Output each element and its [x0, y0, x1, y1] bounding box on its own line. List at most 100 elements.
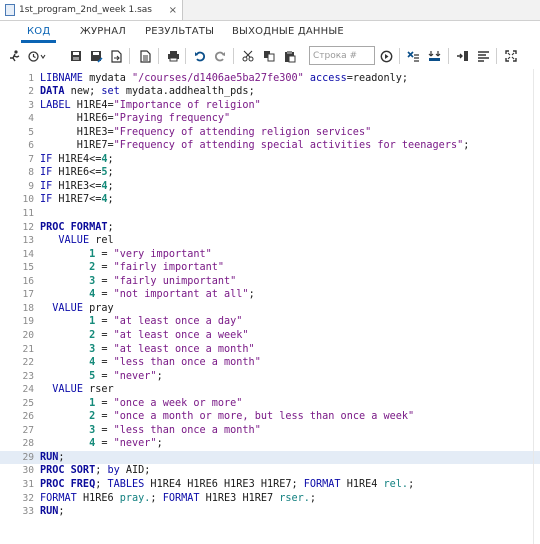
code-text: H1RE6="Praying frequency" — [40, 112, 230, 126]
file-tab-name: 1st_program_2nd_week 1.sas — [19, 5, 152, 15]
undo-icon[interactable] — [191, 46, 209, 66]
code-text: 1 = "at least once a day" — [40, 315, 242, 329]
list-icon[interactable] — [474, 46, 492, 66]
code-text: 3 = "at least once a month" — [40, 343, 255, 357]
code-line[interactable]: 25 1 = "once a week or more" — [0, 397, 540, 411]
code-token: rel — [89, 235, 114, 247]
clear-icon[interactable] — [404, 46, 422, 66]
line-number: 20 — [22, 329, 34, 341]
run-icon[interactable] — [5, 46, 23, 66]
code-line[interactable]: 4 H1RE6="Praying frequency" — [0, 112, 540, 126]
code-token: ; — [248, 289, 255, 301]
line-number: 33 — [22, 506, 34, 518]
line-number: 13 — [22, 235, 34, 247]
code-line[interactable]: 19 1 = "at least once a day" — [0, 315, 540, 329]
code-token: H1RE7<= — [52, 194, 102, 206]
code-text: DATA new; set mydata.addhealth_pds; — [40, 85, 255, 99]
code-text: IF H1RE3<=4; — [40, 180, 114, 194]
code-token: "Frequency of attending religion service… — [113, 126, 372, 138]
code-line[interactable]: 31 PROC FREQ; TABLES H1RE4 H1RE6 H1RE3 H1… — [0, 478, 540, 492]
code-line[interactable]: 33 RUN; — [0, 505, 540, 519]
code-line[interactable]: 26 2 = "once a month or more, but less t… — [0, 410, 540, 424]
document-icon[interactable] — [136, 46, 154, 66]
code-token: ; — [408, 479, 415, 490]
file-tab[interactable]: 1st_program_2nd_week 1.sas × — [0, 0, 183, 20]
code-line[interactable]: 30 PROC SORT; by AID; — [0, 464, 540, 478]
code-line[interactable]: 16 3 = "fairly unimportant" — [0, 275, 540, 289]
code-line[interactable]: 2 DATA new; set mydata.addhealth_pds; — [0, 85, 540, 99]
line-number: 19 — [22, 316, 34, 328]
print-icon[interactable] — [164, 46, 182, 66]
code-line[interactable]: 1 LIBNAME mydata "/courses/d1406ae5ba27fe… — [0, 72, 540, 86]
code-line[interactable]: 5 H1RE3="Frequency of attending religion… — [0, 126, 540, 140]
code-line[interactable]: 17 4 = "not important at all"; — [0, 288, 540, 302]
export-icon[interactable] — [107, 46, 125, 66]
cut-icon[interactable] — [239, 46, 257, 66]
code-token: ; — [107, 221, 114, 233]
code-line[interactable]: 7 IF H1RE4<=4; — [0, 153, 540, 167]
code-line[interactable]: 10 IF H1RE7<=4; — [0, 193, 540, 207]
code-token: mydata — [82, 72, 133, 84]
code-line[interactable]: 29 RUN; — [0, 450, 540, 465]
line-number: 4 — [28, 113, 34, 125]
redo-icon[interactable] — [211, 46, 229, 66]
code-line[interactable]: 6 H1RE7="Frequency of attending special … — [0, 139, 540, 153]
tab-output-data[interactable]: ВЫХОДНЫЕ ДАННЫЕ — [232, 21, 344, 43]
code-editor[interactable]: 1 LIBNAME mydata "/courses/d1406ae5ba27fe… — [0, 69, 540, 544]
history-icon[interactable] — [26, 46, 48, 66]
code-line[interactable]: 20 2 = "at least once a week" — [0, 329, 540, 343]
code-token: = — [95, 370, 114, 382]
code-line[interactable]: 22 4 = "less than once a month" — [0, 356, 540, 370]
line-number: 16 — [22, 275, 34, 287]
line-number-input[interactable] — [309, 46, 375, 65]
code-token: H1RE6<= — [52, 167, 102, 179]
code-line[interactable]: 32 FORMAT H1RE6 pray.; FORMAT H1RE3 H1RE7… — [0, 492, 540, 506]
code-line[interactable]: 3 LABEL H1RE4="Importance of religion" — [0, 99, 540, 113]
code-token: FORMAT — [303, 479, 341, 490]
code-line[interactable]: 15 2 = "fairly important" — [0, 261, 540, 275]
code-token: "less than once a month" — [113, 357, 261, 369]
copy-icon[interactable] — [260, 46, 278, 66]
code-token: "once a week or more" — [113, 397, 243, 409]
code-token: VALUE — [52, 302, 83, 314]
insert-icon[interactable] — [453, 46, 471, 66]
code-token: VALUE — [58, 235, 90, 247]
code-line[interactable]: 12 PROC FORMAT; — [0, 221, 540, 235]
code-line[interactable]: 24 VALUE rser — [0, 383, 540, 397]
code-line[interactable]: 14 1 = "very important" — [0, 248, 540, 262]
code-token: ; — [95, 465, 108, 477]
code-line[interactable]: 11 — [0, 207, 540, 221]
code-line[interactable]: 9 IF H1RE3<=4; — [0, 180, 540, 194]
tab-results[interactable]: РЕЗУЛЬТАТЫ — [145, 21, 214, 43]
code-token: H1RE4 — [340, 479, 384, 490]
format-code-icon[interactable] — [425, 46, 443, 66]
code-line[interactable]: 8 IF H1RE6<=5; — [0, 166, 540, 180]
tab-log[interactable]: ЖУРНАЛ — [80, 21, 126, 43]
paste-icon[interactable] — [281, 46, 299, 66]
code-line[interactable]: 21 3 = "at least once a month" — [0, 343, 540, 357]
code-token: FORMAT — [40, 492, 77, 504]
maximize-icon[interactable] — [502, 46, 520, 66]
go-to-line-icon[interactable] — [377, 46, 395, 66]
code-token: "Frequency of attending special activiti… — [113, 140, 464, 152]
code-text: PROC SORT; by AID; — [40, 464, 150, 478]
code-line[interactable]: 13 VALUE rel — [0, 234, 540, 248]
code-line[interactable]: 18 VALUE pray — [0, 302, 540, 316]
save-icon[interactable] — [67, 46, 85, 66]
code-token: VALUE — [52, 384, 83, 396]
tab-code[interactable]: КОД — [20, 21, 57, 43]
code-token: H1RE4<= — [52, 153, 102, 165]
code-text: 4 = "never"; — [40, 437, 163, 451]
code-text: RUN; — [40, 451, 65, 465]
close-tab-icon[interactable]: × — [169, 5, 177, 16]
code-line[interactable]: 28 4 = "never"; — [0, 437, 540, 451]
code-line[interactable]: 27 3 = "less than once a month" — [0, 424, 540, 438]
code-line[interactable]: 23 5 = "never"; — [0, 370, 540, 384]
code-text: 2 = "fairly important" — [40, 261, 224, 275]
code-text: 4 = "not important at all"; — [40, 288, 255, 302]
save-as-icon[interactable] — [87, 46, 105, 66]
